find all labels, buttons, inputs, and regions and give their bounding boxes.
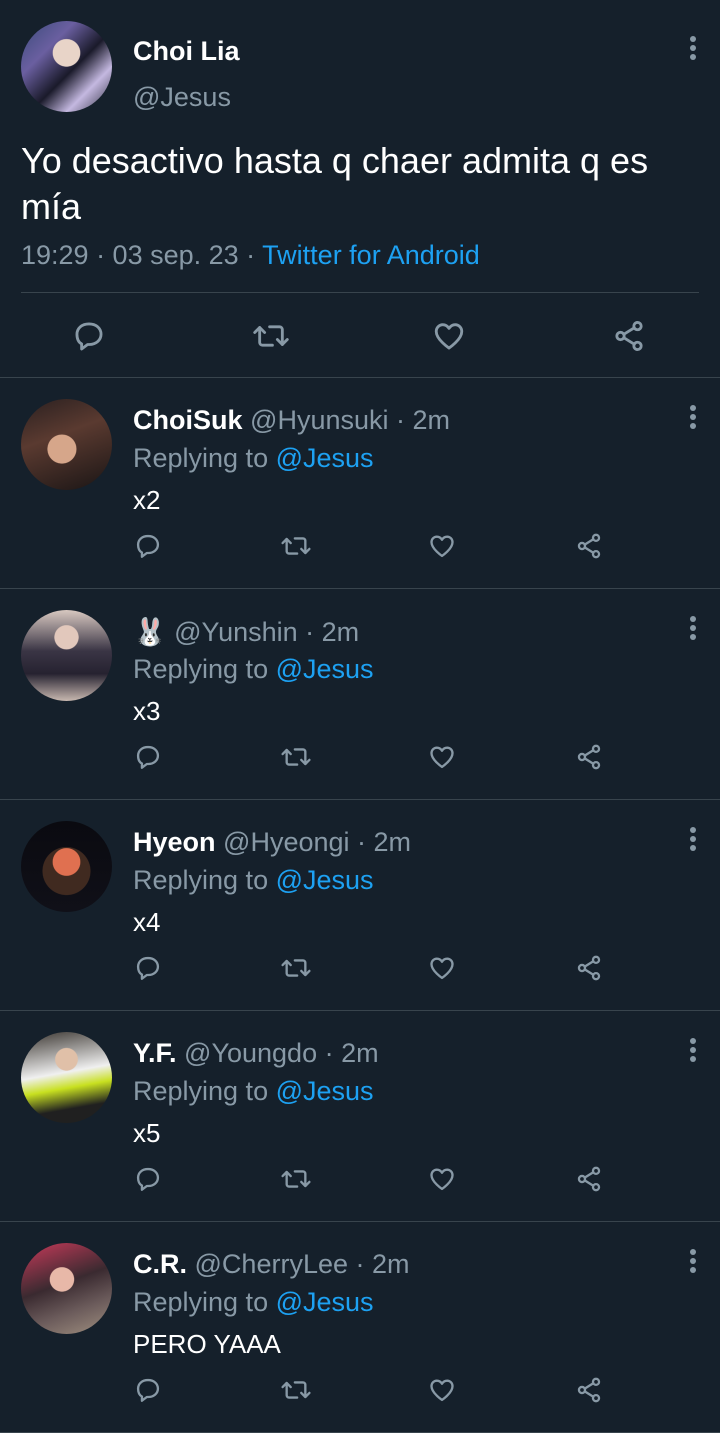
mention-link[interactable]: @Jesus (276, 443, 374, 473)
avatar[interactable] (21, 1243, 112, 1334)
share-icon[interactable] (610, 318, 648, 354)
tweet-meta: 19:29 · 03 sep. 23 · Twitter for Android (21, 240, 480, 271)
retweet-icon[interactable] (279, 953, 313, 983)
like-icon[interactable] (427, 1164, 457, 1194)
mention-link[interactable]: @Jesus (276, 1076, 374, 1106)
reply-tweet[interactable]: Hyeon @Hyeongi · 2m Replying to @Jesus x… (0, 800, 720, 1011)
retweet-icon[interactable] (279, 1164, 313, 1194)
share-icon[interactable] (574, 953, 604, 983)
share-icon[interactable] (574, 531, 604, 561)
replying-to-label: Replying to (133, 654, 276, 684)
author-name[interactable]: 🐰 (133, 617, 167, 647)
reply-header: Y.F. @Youngdo · 2m (133, 1038, 379, 1069)
replying-to: Replying to @Jesus (133, 443, 374, 474)
author-handle[interactable]: @Youngdo · 2m (184, 1038, 379, 1068)
author-handle[interactable]: @Hyunsuki · 2m (250, 405, 450, 435)
reply-actions (0, 531, 720, 571)
reply-text: x3 (133, 696, 161, 726)
more-options-icon[interactable] (690, 405, 696, 432)
replying-to-label: Replying to (133, 1076, 276, 1106)
reply-icon[interactable] (70, 318, 108, 354)
author-handle[interactable]: @CherryLee · 2m (195, 1249, 410, 1279)
mention-link[interactable]: @Jesus (276, 654, 374, 684)
mention-link[interactable]: @Jesus (276, 865, 374, 895)
reply-tweet[interactable]: Y.F. @Youngdo · 2m Replying to @Jesus x5 (0, 1011, 720, 1222)
reply-tweet[interactable]: ChoiSuk @Hyunsuki · 2m Replying to @Jesu… (0, 378, 720, 589)
tweet-actions (0, 310, 720, 360)
retweet-icon[interactable] (279, 1375, 313, 1405)
replying-to-label: Replying to (133, 865, 276, 895)
reply-icon[interactable] (133, 1164, 163, 1194)
reply-header: ChoiSuk @Hyunsuki · 2m (133, 405, 450, 436)
reply-header: Hyeon @Hyeongi · 2m (133, 827, 411, 858)
author-name[interactable]: Hyeon (133, 827, 216, 857)
more-options-icon[interactable] (690, 616, 696, 643)
more-options-icon[interactable] (690, 36, 696, 63)
retweet-icon[interactable] (279, 531, 313, 561)
reply-text: x5 (133, 1118, 161, 1148)
like-icon[interactable] (430, 318, 468, 354)
avatar[interactable] (21, 610, 112, 701)
author-name[interactable]: ChoiSuk (133, 405, 243, 435)
reply-tweet[interactable]: 🐰 @Yunshin · 2m Replying to @Jesus x3 (0, 589, 720, 800)
mention-link[interactable]: @Jesus (276, 1287, 374, 1317)
reply-text: PERO YAAA (133, 1329, 281, 1359)
replying-to: Replying to @Jesus (133, 654, 374, 685)
retweet-icon[interactable] (250, 318, 292, 354)
replying-to: Replying to @Jesus (133, 1287, 374, 1318)
reply-icon[interactable] (133, 953, 163, 983)
tweet-source-link[interactable]: Twitter for Android (262, 240, 480, 270)
retweet-icon[interactable] (279, 742, 313, 772)
author-handle[interactable]: @Hyeongi · 2m (223, 827, 411, 857)
reply-icon[interactable] (133, 742, 163, 772)
replying-to: Replying to @Jesus (133, 1076, 374, 1107)
reply-actions (0, 742, 720, 782)
replying-to: Replying to @Jesus (133, 865, 374, 896)
share-icon[interactable] (574, 742, 604, 772)
like-icon[interactable] (427, 531, 457, 561)
reply-icon[interactable] (133, 531, 163, 561)
tweet-text: Yo desactivo hasta q chaer admita q es m… (21, 140, 649, 227)
author-handle[interactable]: @Jesus (133, 82, 231, 113)
like-icon[interactable] (427, 1375, 457, 1405)
author-handle[interactable]: @Yunshin · 2m (174, 617, 359, 647)
reply-actions (0, 953, 720, 993)
replies-list: ChoiSuk @Hyunsuki · 2m Replying to @Jesu… (0, 378, 720, 1433)
reply-text: x4 (133, 907, 161, 937)
avatar[interactable] (21, 399, 112, 490)
reply-actions (0, 1164, 720, 1204)
share-icon[interactable] (574, 1375, 604, 1405)
reply-actions (0, 1375, 720, 1415)
replying-to-label: Replying to (133, 1287, 276, 1317)
reply-header: 🐰 @Yunshin · 2m (133, 616, 359, 648)
replying-to-label: Replying to (133, 443, 276, 473)
author-name[interactable]: Choi Lia (133, 36, 240, 67)
author-name[interactable]: Y.F. (133, 1038, 177, 1068)
avatar[interactable] (21, 821, 112, 912)
more-options-icon[interactable] (690, 1038, 696, 1065)
tweet-timestamp: 19:29 · 03 sep. 23 · (21, 240, 263, 270)
reply-tweet[interactable]: C.R. @CherryLee · 2m Replying to @Jesus … (0, 1222, 720, 1433)
like-icon[interactable] (427, 953, 457, 983)
more-options-icon[interactable] (690, 827, 696, 854)
reply-text: x2 (133, 485, 161, 515)
main-tweet: Choi Lia @Jesus Yo desactivo hasta q cha… (0, 0, 720, 378)
avatar[interactable] (21, 21, 112, 112)
share-icon[interactable] (574, 1164, 604, 1194)
reply-header: C.R. @CherryLee · 2m (133, 1249, 410, 1280)
like-icon[interactable] (427, 742, 457, 772)
reply-icon[interactable] (133, 1375, 163, 1405)
divider (21, 292, 699, 293)
avatar[interactable] (21, 1032, 112, 1123)
more-options-icon[interactable] (690, 1249, 696, 1276)
author-name[interactable]: C.R. (133, 1249, 187, 1279)
